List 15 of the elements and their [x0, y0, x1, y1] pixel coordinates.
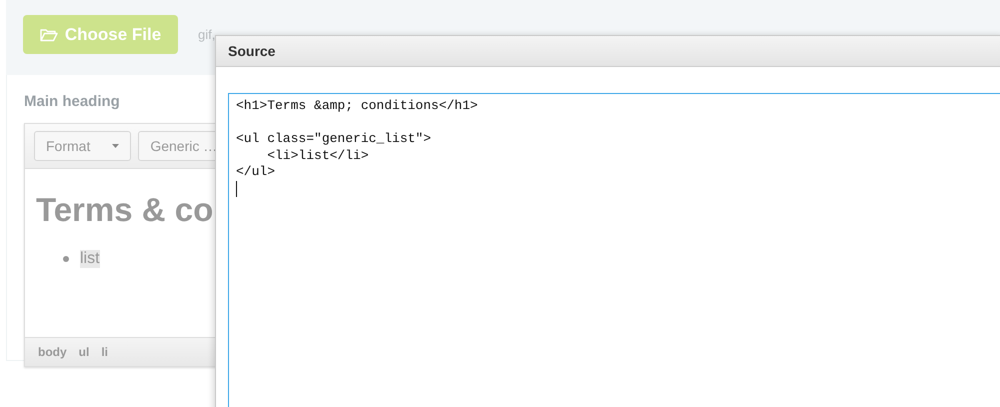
- file-formats-hint: gif,: [198, 27, 216, 42]
- path-item[interactable]: li: [101, 345, 108, 359]
- folder-icon: [40, 28, 58, 42]
- text-cursor: [236, 180, 237, 196]
- bullet-icon: [63, 256, 69, 262]
- path-item[interactable]: ul: [78, 345, 90, 359]
- toolbar-dropdown[interactable]: Format: [34, 131, 132, 161]
- content-heading: Terms & co: [36, 191, 214, 229]
- choose-file-button[interactable]: Choose File: [23, 15, 178, 54]
- source-code-field[interactable]: <h1>Terms &amp; conditions</h1> <ul class="generic_list"> <li>list</li> </ul>: [228, 93, 1000, 407]
- caret-icon: [112, 144, 120, 148]
- path-item[interactable]: body: [38, 345, 67, 359]
- dialog-title: Source: [228, 43, 276, 59]
- list-item: list: [80, 250, 100, 268]
- field-label: Main heading: [24, 93, 120, 110]
